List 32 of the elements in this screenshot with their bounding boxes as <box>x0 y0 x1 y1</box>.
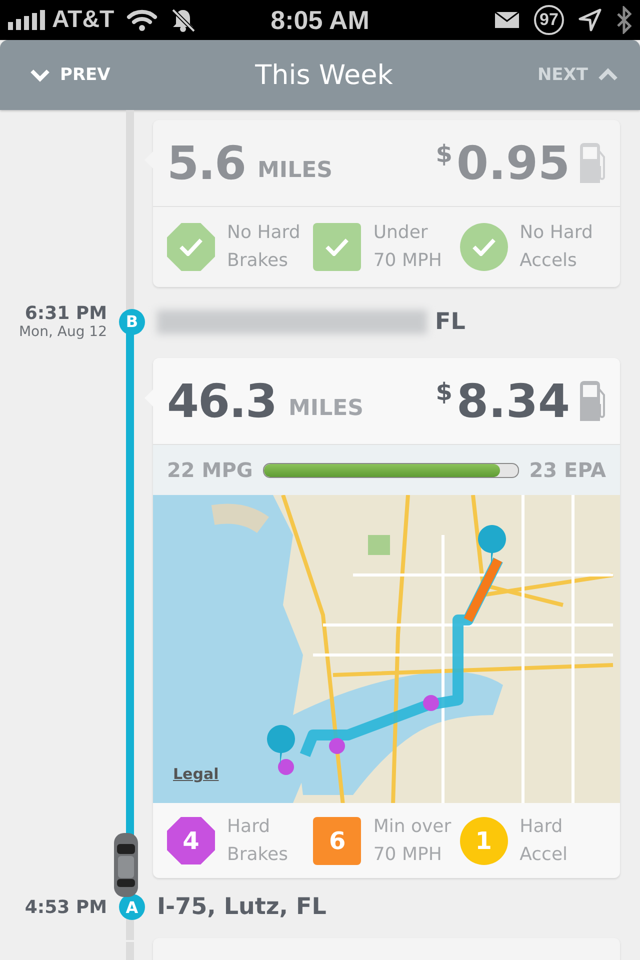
currency-symbol: $ <box>436 378 452 406</box>
stop-marker: A <box>119 894 145 920</box>
stop-address: FL <box>435 308 466 334</box>
stop-date: Mon, Aug 12 <box>18 324 107 340</box>
badge-label: No Hard Brakes <box>227 221 300 273</box>
stop-address: I-75, Lutz, FL <box>157 894 326 920</box>
legal-link[interactable]: Legal <box>173 765 219 783</box>
badge-label: No Hard Accels <box>520 221 593 273</box>
badge-label: Hard Brakes <box>227 814 288 866</box>
cost-value: 8.34 <box>456 374 570 428</box>
mpg-value: 22 MPG <box>167 458 253 482</box>
distance-unit: MILES <box>258 158 332 182</box>
cost-value: 0.95 <box>456 136 570 190</box>
prev-button[interactable]: PREV <box>30 61 170 89</box>
carrier-name: AT&T <box>52 6 114 34</box>
epa-value: 23 EPA <box>529 458 606 482</box>
badge-label: Under 70 MPH <box>373 221 442 273</box>
stop-marker: B <box>119 308 145 334</box>
stop-time: 4:53 PM <box>24 896 107 918</box>
distance-value: 46.3 <box>167 374 276 428</box>
stop-time: 6:31 PM <box>24 303 107 324</box>
clock-time: 8:05 AM <box>270 4 370 36</box>
badge-label: Hard Accel <box>520 814 568 866</box>
badge-label: Min over 70 MPH <box>373 814 452 866</box>
screen-title: This Week <box>254 60 394 90</box>
distance-unit: MILES <box>288 396 364 420</box>
currency-symbol: $ <box>436 140 452 168</box>
distance-value: 5.6 <box>167 136 246 190</box>
count-badge: 4 <box>167 816 215 864</box>
battery-level: 97 <box>534 5 564 35</box>
count-badge: 1 <box>460 816 508 864</box>
count-badge: 6 <box>313 816 362 864</box>
